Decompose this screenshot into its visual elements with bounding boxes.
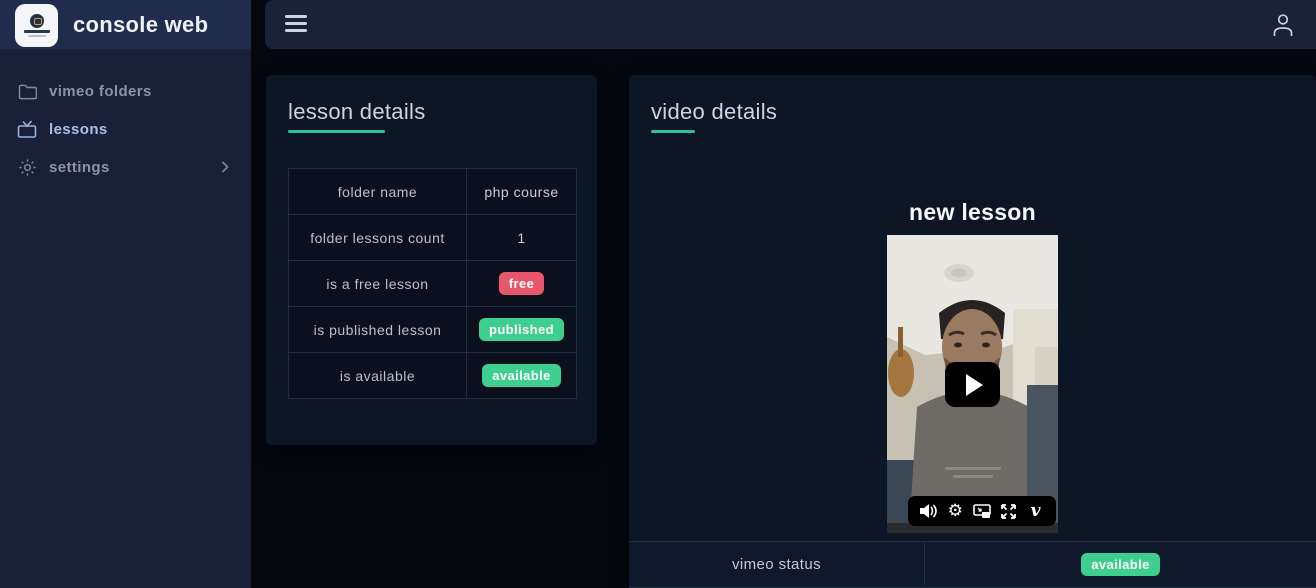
sidebar-item-label: lessons [49,120,108,138]
play-icon [966,373,983,396]
row-label: folder name [288,168,467,215]
title-underline [651,130,695,133]
row-label: is a free lesson [288,260,467,307]
sidebar-item-label: settings [49,158,110,176]
lesson-details-table: folder name php course folder lessons co… [288,168,577,399]
row-label: folder lessons count [288,214,467,261]
table-row: folder name php course [288,168,577,215]
tv-icon [17,119,37,139]
settings-icon[interactable]: ⚙ [944,500,966,522]
video-lesson-title: new lesson [909,199,1036,225]
row-value: php course [466,168,577,215]
user-profile-icon[interactable] [1271,12,1295,38]
vimeo-logo-icon[interactable]: v [1025,500,1047,522]
table-row: is available available [288,352,577,399]
title-underline [288,130,385,133]
lesson-details-title: lesson details [288,99,426,133]
sidebar-nav: vimeo folders lessons settings [0,72,251,186]
folder-icon [17,81,37,101]
sidebar-item-lessons[interactable]: lessons [0,110,251,148]
hamburger-menu-icon[interactable] [285,15,307,32]
sidebar-item-vimeo-folders[interactable]: vimeo folders [0,72,251,110]
table-row: folder lessons count 1 [288,214,577,261]
vimeo-status-row: vimeo status available [629,541,1316,588]
status-badge: free [498,272,545,295]
app-window: console web vimeo folders lessons settin… [0,0,1316,588]
sidebar: console web vimeo folders lessons settin… [0,0,251,588]
video-details-title-text: video details [651,99,778,124]
sidebar-item-settings[interactable]: settings [0,148,251,186]
topbar [265,0,1316,49]
table-row: is published lesson published [288,306,577,353]
table-row: is a free lesson free [288,260,577,307]
app-title: console web [73,11,209,37]
video-player[interactable]: ⚙ v [887,235,1058,533]
row-value: 1 [466,214,577,261]
chevron-right-icon [221,161,229,173]
play-button[interactable] [945,362,1000,407]
video-controls-bar: ⚙ v [908,496,1056,526]
gear-icon [17,157,37,177]
volume-icon[interactable] [917,500,939,522]
status-badge: published [479,318,564,341]
fullscreen-icon[interactable] [998,500,1020,522]
status-badge: available [482,364,561,387]
status-row-value: available [925,542,1316,587]
picture-in-picture-icon[interactable] [971,500,993,522]
row-label: is available [288,352,467,399]
brand-logo [15,4,58,47]
video-details-title: video details [651,99,777,133]
video-details-card: video details new lesson ⚙ v vimeo statu… [629,75,1316,588]
lesson-details-title-text: lesson details [288,99,426,124]
status-badge: available [1081,553,1160,576]
lesson-details-card: lesson details folder name php course fo… [266,75,597,445]
sidebar-header: console web [0,0,251,49]
status-row-label: vimeo status [629,542,925,587]
brand-emblem-icon [29,14,44,28]
row-label: is published lesson [288,306,467,353]
sidebar-item-label: vimeo folders [49,82,152,100]
